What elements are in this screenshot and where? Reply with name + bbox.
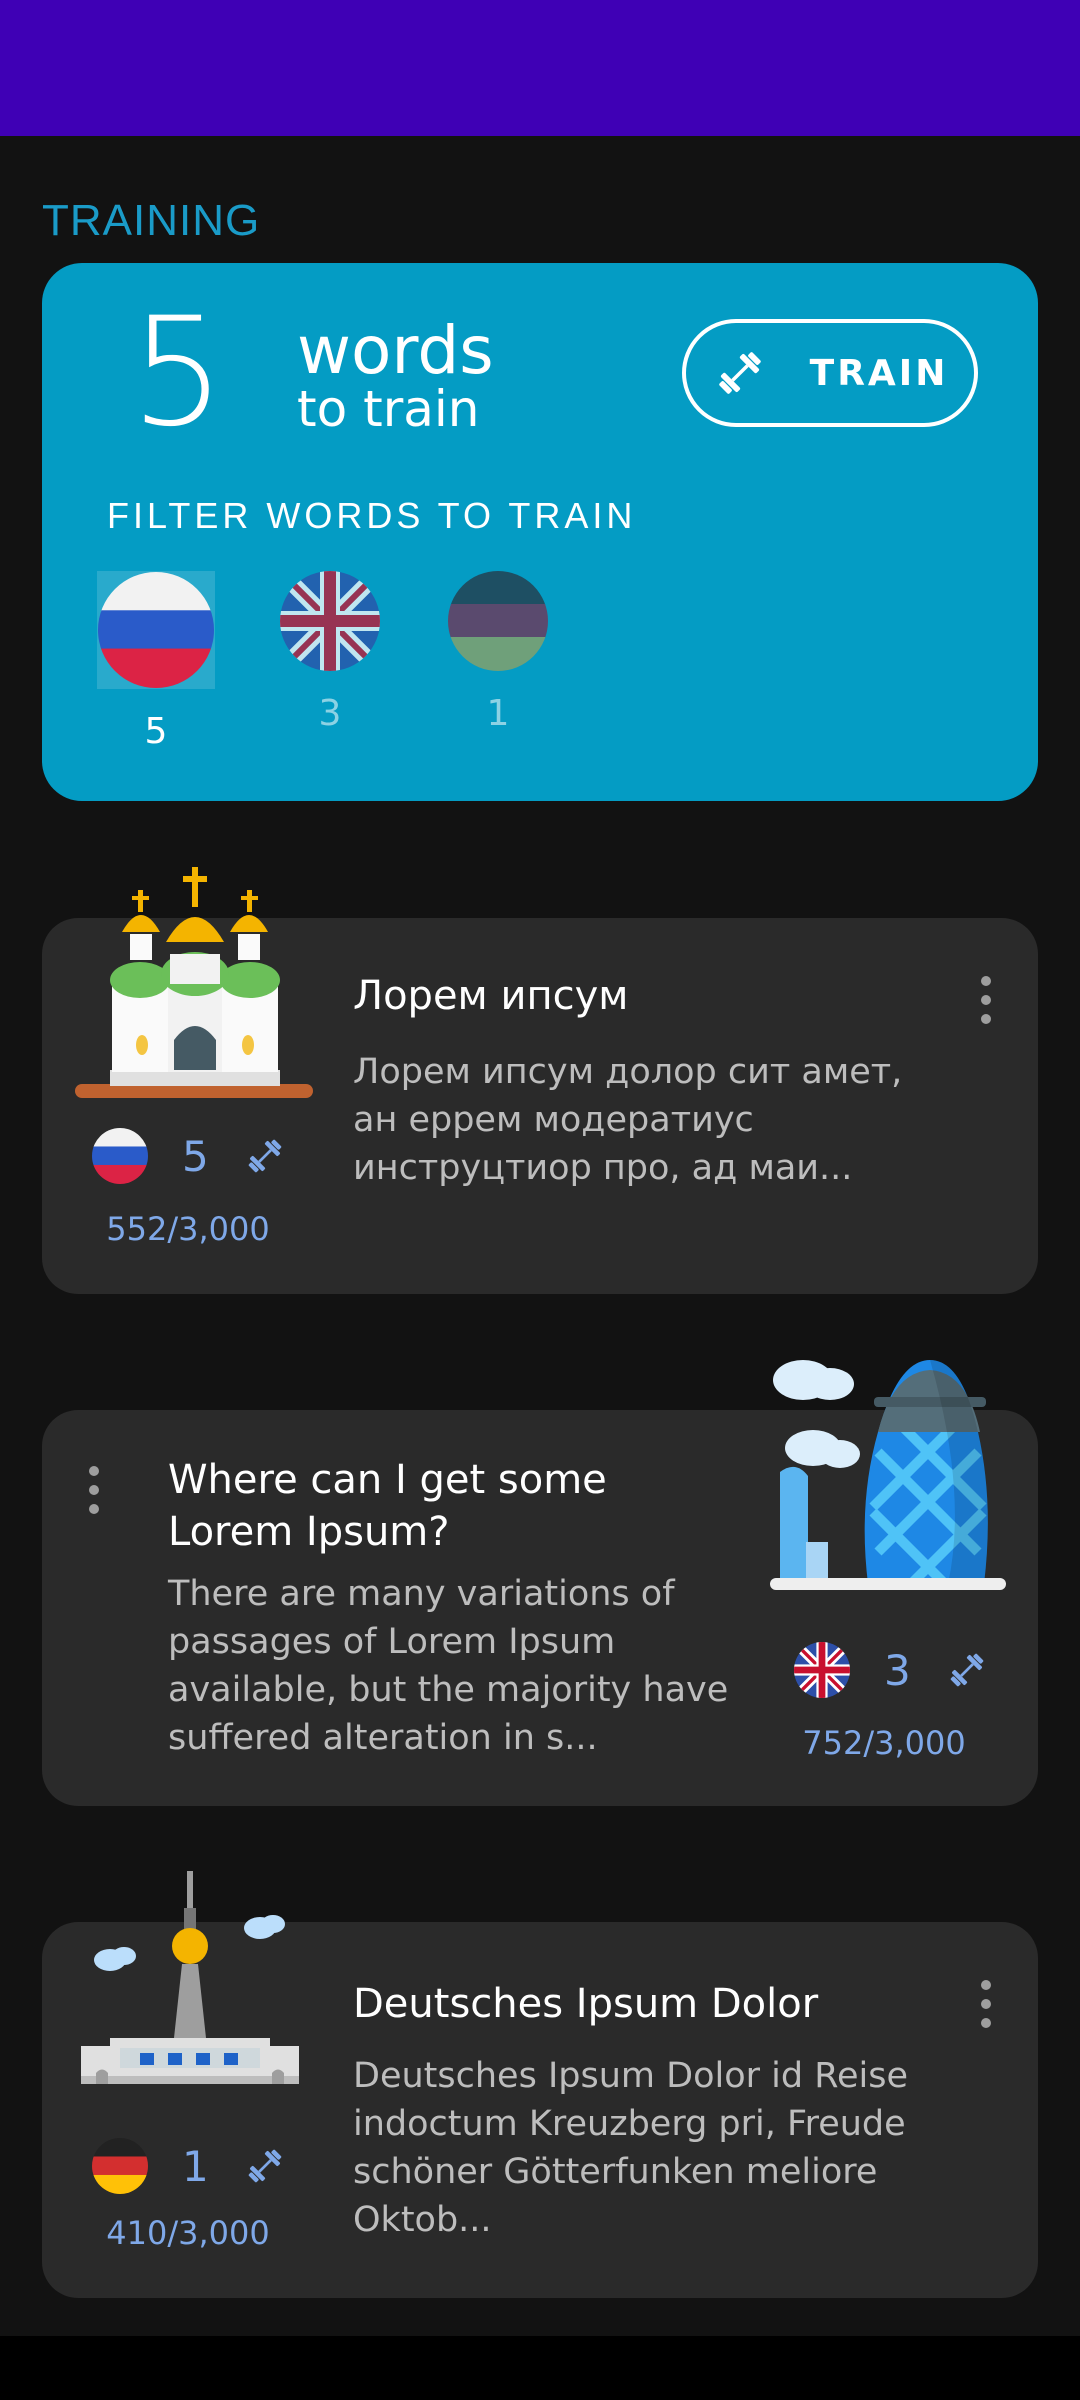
filter-english[interactable]: 3 xyxy=(280,571,380,734)
word-count: 3 xyxy=(884,1645,911,1695)
status-bar xyxy=(0,0,1080,136)
filter-count: 1 xyxy=(486,693,510,734)
tv-tower-icon xyxy=(81,1871,299,2084)
words-label: words xyxy=(297,312,494,389)
dark-flag-icon xyxy=(448,571,548,671)
card-description: There are many variations of passages of… xyxy=(168,1574,729,1758)
uk-flag-icon xyxy=(280,571,380,671)
dumbbell-icon xyxy=(718,352,761,394)
uk-flag-icon xyxy=(794,1642,850,1698)
more-options-icon[interactable] xyxy=(966,970,1006,1030)
progress-text: 752/3,000 xyxy=(802,1724,966,1762)
orthodox-church-icon xyxy=(75,867,313,1098)
section-title: TRAINING xyxy=(42,196,261,245)
gherkin-tower-icon xyxy=(770,1360,1006,1590)
training-card: 5 words to train TRAIN FILTER WORDS TO T… xyxy=(42,263,1038,801)
train-button-label: TRAIN xyxy=(809,352,949,394)
card-description: Deutsches Ipsum Dolor id Reise indoctum … xyxy=(353,2056,908,2240)
filter-count: 3 xyxy=(318,693,342,734)
card-meta: 5 xyxy=(92,1128,287,1184)
navigation-bar xyxy=(0,2336,1080,2400)
dumbbell-icon xyxy=(950,1653,984,1687)
card-meta: 3 xyxy=(794,1642,989,1698)
filter-count: 5 xyxy=(144,711,168,752)
card-title: Лорем ипсум xyxy=(353,973,629,1019)
progress-text: 552/3,000 xyxy=(106,1210,270,1248)
word-count: 5 xyxy=(182,1131,209,1181)
russia-flag-icon xyxy=(92,1128,148,1184)
germany-flag-icon xyxy=(92,2138,148,2194)
card-meta: 1 xyxy=(92,2138,287,2194)
more-options-icon[interactable] xyxy=(966,1974,1006,2034)
dumbbell-icon xyxy=(248,2149,282,2183)
to-train-label: to train xyxy=(297,380,480,438)
card-title: Where can I get some Lorem Ipsum? xyxy=(168,1457,607,1555)
filter-other[interactable]: 1 xyxy=(448,571,548,734)
progress-text: 410/3,000 xyxy=(106,2214,270,2252)
russia-flag-icon xyxy=(98,572,214,688)
words-to-train-count: 5 xyxy=(130,286,226,460)
filter-label: FILTER WORDS TO TRAIN xyxy=(107,495,637,536)
more-options-icon[interactable] xyxy=(74,1460,114,1520)
card-title: Deutsches Ipsum Dolor xyxy=(353,1981,819,2027)
word-count: 1 xyxy=(182,2141,209,2191)
card-description: Лорем ипсум долор сит амет, ан еррем мод… xyxy=(353,1052,903,1188)
dumbbell-icon xyxy=(248,1139,282,1173)
filter-russian[interactable]: 5 xyxy=(97,571,215,752)
train-button[interactable]: TRAIN xyxy=(682,319,978,427)
